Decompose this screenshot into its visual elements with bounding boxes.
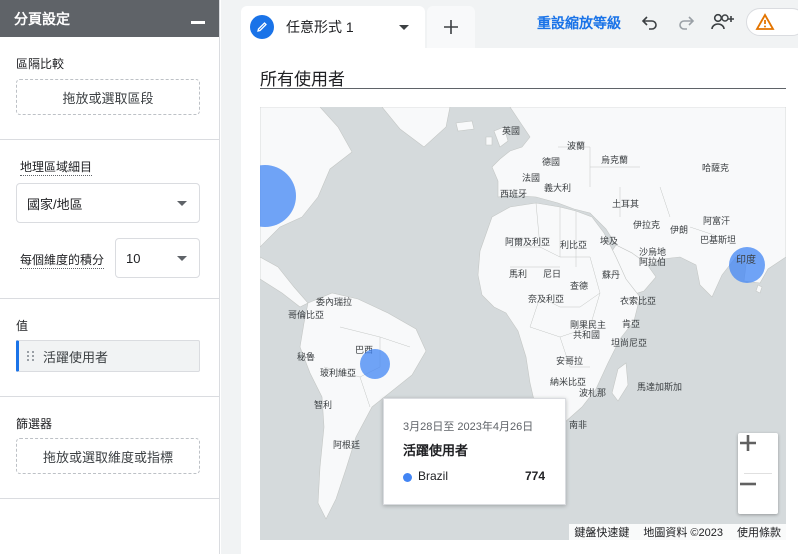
- share-users-icon[interactable]: [709, 10, 737, 34]
- reset-zoom-button[interactable]: 重設縮放等級: [537, 13, 621, 33]
- country-label: 玻利維亞: [320, 368, 357, 378]
- warning-icon: [755, 13, 775, 30]
- country-label: 阿根廷: [333, 440, 361, 450]
- country-label: 阿拉伯: [639, 257, 667, 267]
- points-per-dimension-label: 每個維度的積分: [20, 253, 105, 269]
- geo-breakdown-section: 地理區域細目 國家/地區 每個維度的積分 10: [0, 140, 219, 299]
- tab-label: 任意形式 1: [286, 19, 354, 35]
- keyboard-shortcuts-link[interactable]: 鍵盤快速鍵: [574, 524, 629, 540]
- drag-handle-icon[interactable]: [27, 351, 35, 361]
- geo-dimension-dropdown[interactable]: 國家/地區: [16, 183, 200, 223]
- filters-section: 篩選器 拖放或選取維度或指標: [0, 397, 219, 499]
- segment-comparison-section: 區隔比較 拖放或選取區段: [0, 37, 219, 140]
- country-label: 馬達加斯加: [637, 382, 683, 392]
- tab-menu-chevron-icon[interactable]: [399, 25, 409, 30]
- points-per-dimension-dropdown[interactable]: 10: [115, 238, 200, 278]
- card-title-underline: [260, 88, 786, 89]
- gutter: [221, 0, 241, 554]
- zoom-in-button[interactable]: [738, 433, 778, 473]
- country-label: 伊朗: [670, 225, 689, 235]
- country-label: 南非: [569, 420, 588, 430]
- map-attribution: 鍵盤快速鍵 地圖資料 ©2023 使用條款: [569, 524, 786, 540]
- country-label: 委內瑞拉: [316, 297, 353, 307]
- terms-link[interactable]: 使用條款: [737, 524, 781, 540]
- country-label: 衣索比亞: [620, 296, 657, 306]
- country-label: 英國: [502, 126, 521, 136]
- zoom-out-button[interactable]: [738, 474, 778, 514]
- country-label: 土耳其: [612, 199, 640, 209]
- country-label: 埃及: [600, 236, 619, 246]
- country-label: 哈薩克: [702, 163, 730, 173]
- country-label: 奈及利亞: [528, 294, 565, 304]
- country-label: 阿富汗: [703, 216, 731, 226]
- country-label: 義大利: [544, 183, 572, 193]
- plus-icon: [740, 435, 756, 451]
- filters-label: 篩選器: [16, 417, 53, 431]
- plus-icon: [444, 20, 458, 34]
- tooltip-metric: 活躍使用者: [403, 443, 469, 458]
- tab-bar: 任意形式 1 重設縮放等級: [241, 0, 798, 48]
- filters-dropzone[interactable]: 拖放或選取維度或指標: [16, 438, 200, 474]
- undo-icon[interactable]: [638, 10, 662, 34]
- geo-breakdown-label: 地理區域細目: [20, 160, 93, 176]
- metric-chip-label: 活躍使用者: [43, 349, 109, 365]
- values-label: 值: [16, 319, 29, 333]
- country-label: 波蘭: [567, 141, 586, 151]
- country-label: 伊拉克: [633, 220, 661, 230]
- bubble-brazil[interactable]: [360, 349, 390, 379]
- minimize-icon[interactable]: [191, 21, 205, 24]
- redo-icon[interactable]: [674, 10, 698, 34]
- tooltip-value: 774: [524, 469, 545, 483]
- warning-button[interactable]: [746, 8, 798, 36]
- canvas: 所有使用者 英國 波蘭 烏克蘭 德國 哈薩克 法國 義大利 西班牙 土耳其 伊拉…: [241, 48, 798, 554]
- country-label: 安哥拉: [556, 356, 584, 366]
- values-section: 值 活躍使用者: [0, 299, 219, 397]
- segment-comparison-label: 區隔比較: [16, 57, 65, 71]
- map-data-text: 地圖資料 ©2023: [643, 527, 723, 539]
- tooltip-date-range: 3月28日至 2023年4月26日: [403, 421, 534, 433]
- country-label: 智利: [314, 400, 333, 410]
- country-label: 尼日: [543, 269, 562, 279]
- card-title: 所有使用者: [260, 70, 345, 89]
- segment-dropzone-text: 拖放或選取區段: [62, 90, 154, 106]
- country-label: 利比亞: [560, 240, 588, 250]
- map-tooltip: 3月28日至 2023年4月26日 活躍使用者 Brazil 774: [383, 398, 566, 505]
- country-label: 波札那: [579, 388, 607, 398]
- metric-chip-active-users[interactable]: 活躍使用者: [16, 340, 200, 372]
- segment-dropzone[interactable]: 拖放或選取區段: [16, 79, 200, 115]
- tooltip-legend-dot: [403, 473, 412, 482]
- country-label: 查德: [570, 281, 589, 291]
- tab-freeform-1[interactable]: 任意形式 1: [241, 6, 425, 48]
- minus-icon: [740, 482, 756, 486]
- chevron-down-icon: [177, 255, 187, 261]
- geo-map[interactable]: 英國 波蘭 烏克蘭 德國 哈薩克 法國 義大利 西班牙 土耳其 伊拉克 伊朗 阿…: [260, 107, 786, 540]
- bubble-label-india: 印度: [736, 255, 756, 266]
- tooltip-country: Brazil: [418, 469, 449, 483]
- pencil-icon[interactable]: [250, 15, 274, 39]
- country-label: 共和國: [573, 330, 601, 340]
- chevron-down-icon: [177, 200, 187, 206]
- add-tab-button[interactable]: [427, 6, 475, 48]
- country-label: 馬利: [509, 269, 528, 279]
- country-label: 阿爾及利亞: [505, 237, 551, 247]
- country-label: 蘇丹: [602, 270, 621, 280]
- country-label: 法國: [522, 173, 541, 183]
- filters-dropzone-text: 拖放或選取維度或指標: [42, 449, 173, 465]
- country-label: 坦尚尼亞: [611, 338, 648, 348]
- points-per-dimension-value: 10: [126, 250, 141, 266]
- tab-settings-panel: 分頁設定 區隔比較 拖放或選取區段 地理區域細目 國家/地區 每個維度的積分 1…: [0, 0, 220, 554]
- panel-title: 分頁設定: [14, 10, 70, 27]
- panel-header: 分頁設定: [0, 0, 219, 37]
- zoom-controls: [738, 433, 778, 514]
- country-label: 德國: [542, 157, 561, 167]
- country-label: 秘魯: [297, 352, 316, 362]
- country-label: 西班牙: [500, 189, 528, 199]
- country-label: 巴基斯坦: [700, 235, 737, 245]
- country-label: 肯亞: [622, 319, 641, 329]
- country-label: 烏克蘭: [601, 155, 629, 165]
- geo-dimension-value: 國家/地區: [27, 196, 83, 212]
- country-label: 哥倫比亞: [288, 310, 325, 320]
